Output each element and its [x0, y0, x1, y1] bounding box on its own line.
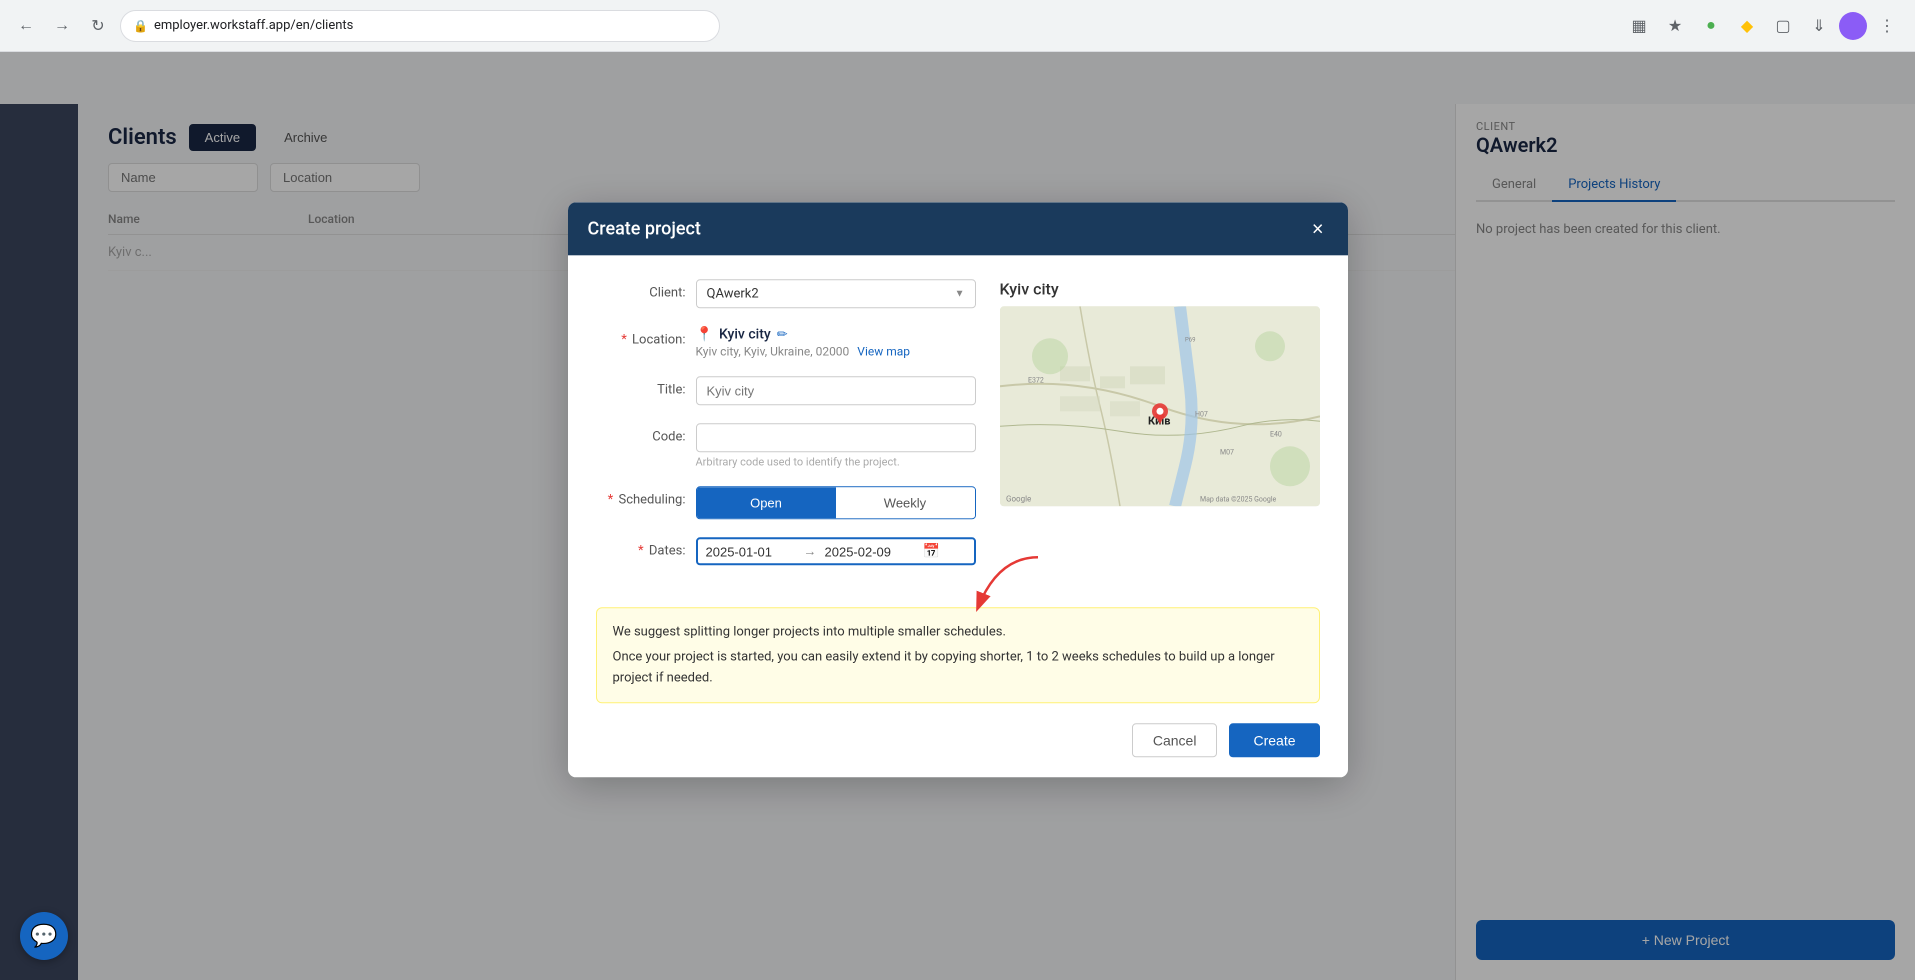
title-field-row: Title:: [596, 376, 976, 405]
download-button[interactable]: ⇓: [1803, 10, 1835, 42]
client-field-row: Client: QAwerk2 ▼: [596, 279, 976, 308]
code-label: Code:: [596, 423, 686, 444]
extension-puzzle-button[interactable]: ▢: [1767, 10, 1799, 42]
svg-text:E372: E372: [1028, 376, 1044, 384]
dates-picker[interactable]: → 📅: [696, 537, 976, 565]
view-map-link[interactable]: View map: [857, 344, 910, 358]
code-hint: Arbitrary code used to identify the proj…: [696, 455, 976, 468]
title-input-wrapper: [696, 376, 976, 405]
client-label: Client:: [596, 279, 686, 300]
dates-field-row: * Dates: → 📅: [596, 537, 976, 565]
scheduling-label: * Scheduling:: [596, 486, 686, 507]
cancel-button[interactable]: Cancel: [1132, 724, 1218, 758]
modal-close-button[interactable]: ×: [1308, 219, 1328, 239]
back-button[interactable]: ←: [12, 12, 40, 40]
extension-green-button[interactable]: ●: [1695, 10, 1727, 42]
location-value: 📍 Kyiv city ✏ Kyiv city, Kyiv, Ukraine, …: [696, 326, 976, 358]
extension-yellow-button[interactable]: ◆: [1731, 10, 1763, 42]
modal-footer: Cancel Create: [568, 724, 1348, 778]
profile-avatar-button[interactable]: [1839, 12, 1867, 40]
create-button[interactable]: Create: [1229, 724, 1319, 758]
scheduling-control: Open Weekly: [696, 486, 976, 519]
modal-map-section: Kyiv city: [1000, 279, 1320, 583]
svg-text:M07: M07: [1220, 448, 1234, 456]
create-project-modal: Create project × Client: QAwerk2 ▼ * L: [568, 202, 1348, 777]
map-container: E372 P69 H07 M07 E40 Київ Map data ©2025…: [1000, 306, 1320, 506]
svg-text:H07: H07: [1195, 410, 1208, 418]
client-select: QAwerk2 ▼: [696, 279, 976, 308]
svg-text:Google: Google: [1006, 494, 1031, 503]
required-star: *: [621, 332, 627, 347]
date-start-input[interactable]: [706, 544, 796, 559]
date-end-input[interactable]: [825, 544, 915, 559]
title-input[interactable]: [696, 376, 976, 405]
modal-form: Client: QAwerk2 ▼ * Location: 📍: [596, 279, 976, 583]
scheduling-group: Open Weekly: [696, 486, 976, 519]
browser-bar: ← → ↻ 🔒 employer.workstaff.app/en/client…: [0, 0, 1915, 52]
scheduling-open-button[interactable]: Open: [697, 487, 836, 518]
location-pin-icon: 📍: [696, 326, 713, 342]
location-sub-info: Kyiv city, Kyiv, Ukraine, 02000 View map: [696, 344, 976, 358]
code-field-row: Code: Arbitrary code used to identify th…: [596, 423, 976, 468]
browser-actions: ▦ ★ ● ◆ ▢ ⇓ ⋮: [1623, 10, 1903, 42]
location-display: 📍 Kyiv city ✏: [696, 326, 976, 342]
warning-text-2: Once your project is started, you can ea…: [613, 647, 1303, 689]
code-input[interactable]: [696, 423, 976, 452]
address-security-icon: 🔒: [133, 19, 148, 33]
chevron-down-icon: ▼: [955, 288, 965, 299]
client-selected-value: QAwerk2: [707, 286, 759, 301]
map-title: Kyiv city: [1000, 279, 1320, 298]
warning-text-1: We suggest splitting longer projects int…: [613, 622, 1303, 643]
modal-body: Client: QAwerk2 ▼ * Location: 📍: [568, 255, 1348, 607]
location-field-row: * Location: 📍 Kyiv city ✏ Kyiv city, Kyi…: [596, 326, 976, 358]
bookmark-button[interactable]: ★: [1659, 10, 1691, 42]
warning-box: We suggest splitting longer projects int…: [596, 607, 1320, 703]
date-separator-icon: →: [804, 543, 817, 559]
scheduling-field-row: * Scheduling: Open Weekly: [596, 486, 976, 519]
dates-label: * Dates:: [596, 537, 686, 558]
forward-button[interactable]: →: [48, 12, 76, 40]
required-star-scheduling: *: [608, 492, 614, 507]
calendar-icon[interactable]: 📅: [923, 543, 940, 559]
svg-text:E40: E40: [1270, 430, 1282, 438]
code-input-wrapper: Arbitrary code used to identify the proj…: [696, 423, 976, 468]
chat-bubble[interactable]: 💬: [20, 912, 68, 960]
location-edit-icon[interactable]: ✏: [777, 327, 788, 342]
client-dropdown[interactable]: QAwerk2 ▼: [696, 279, 976, 308]
refresh-button[interactable]: ↻: [84, 12, 112, 40]
address-url: employer.workstaff.app/en/clients: [154, 18, 353, 33]
location-label: * Location:: [596, 326, 686, 347]
location-name: Kyiv city: [719, 326, 771, 342]
map-svg: E372 P69 H07 M07 E40 Київ Map data ©2025…: [1000, 306, 1320, 506]
svg-text:Map data ©2025 Google: Map data ©2025 Google: [1200, 495, 1277, 503]
svg-text:P69: P69: [1185, 336, 1196, 343]
address-bar[interactable]: 🔒 employer.workstaff.app/en/clients: [120, 10, 720, 42]
modal-title: Create project: [588, 218, 701, 239]
cast-button[interactable]: ▦: [1623, 10, 1655, 42]
chat-icon: 💬: [30, 924, 57, 949]
modal-header: Create project ×: [568, 202, 1348, 255]
dates-control: → 📅: [696, 537, 976, 565]
required-star-dates: *: [638, 543, 644, 558]
location-address: Kyiv city, Kyiv, Ukraine, 02000: [696, 344, 850, 358]
title-label: Title:: [596, 376, 686, 397]
scheduling-weekly-button[interactable]: Weekly: [836, 487, 975, 518]
menu-button[interactable]: ⋮: [1871, 10, 1903, 42]
